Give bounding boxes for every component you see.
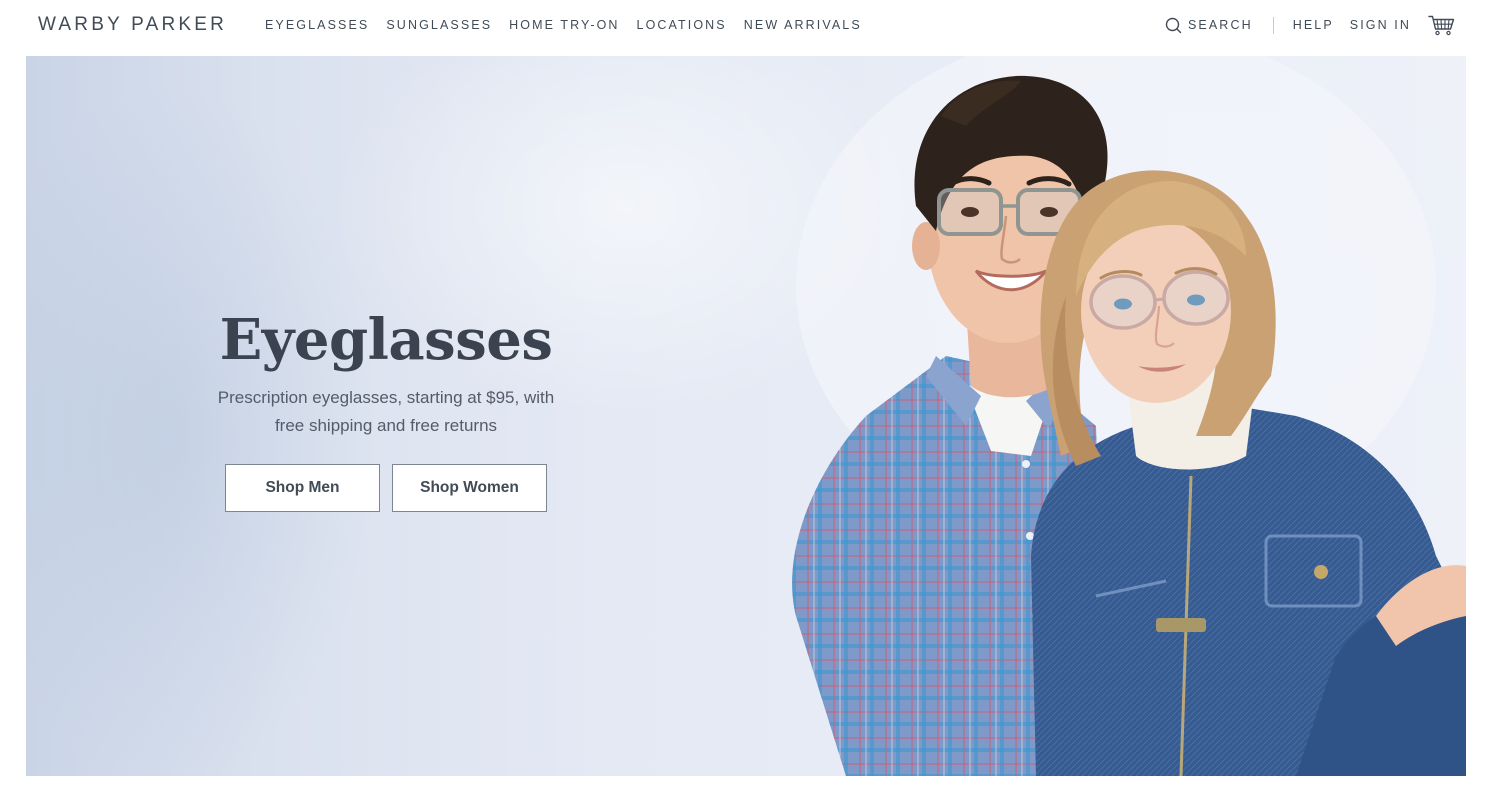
help-link[interactable]: HELP — [1293, 18, 1334, 32]
hero-subtitle-line-1: Prescription eyeglasses, starting at $95… — [217, 388, 555, 407]
hero-buttons: Shop Men Shop Women — [206, 464, 566, 512]
cart-button[interactable] — [1428, 15, 1455, 36]
hero-subtitle-line-2: free shipping and free returns — [274, 416, 498, 435]
search-icon — [1165, 17, 1182, 34]
shop-women-button[interactable]: Shop Women — [392, 464, 547, 512]
hero-copy: Eyeglasses Prescription eyeglasses, star… — [206, 308, 566, 512]
shop-men-button[interactable]: Shop Men — [225, 464, 380, 512]
search-label: SEARCH — [1188, 18, 1253, 32]
search-button[interactable]: SEARCH — [1165, 17, 1253, 34]
hero-title: Eyeglasses — [219, 307, 553, 373]
main-nav: EYEGLASSES SUNGLASSES HOME TRY-ON LOCATI… — [265, 18, 862, 32]
cart-icon — [1428, 15, 1455, 36]
nav-item-locations[interactable]: LOCATIONS — [637, 18, 727, 32]
nav-item-sunglasses[interactable]: SUNGLASSES — [386, 18, 492, 32]
hero-photo — [792, 56, 1466, 776]
hero-banner: Eyeglasses Prescription eyeglasses, star… — [26, 56, 1466, 776]
nav-item-eyeglasses[interactable]: EYEGLASSES — [265, 18, 369, 32]
divider — [1272, 16, 1274, 34]
nav-item-home-try-on[interactable]: HOME TRY-ON — [509, 18, 619, 32]
nav-item-new-arrivals[interactable]: NEW ARRIVALS — [744, 18, 862, 32]
sign-in-link[interactable]: SIGN IN — [1350, 18, 1411, 32]
logo[interactable]: WARBY PARKER — [38, 14, 227, 36]
site-header: WARBY PARKER EYEGLASSES SUNGLASSES HOME … — [0, 0, 1485, 52]
utility-nav: SEARCH HELP SIGN IN — [1165, 12, 1455, 38]
hero-subtitle: Prescription eyeglasses, starting at $95… — [206, 384, 566, 440]
